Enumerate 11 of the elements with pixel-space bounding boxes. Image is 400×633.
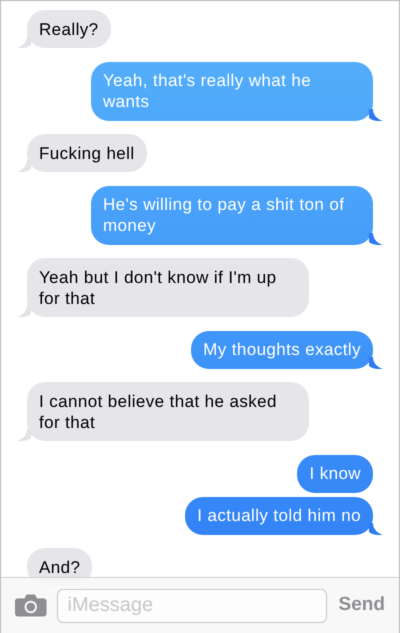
message-bubble: Yeah, that's really what he wants [91,62,373,120]
message-bubble: I actually told him no [185,496,373,534]
message-bubble: Really? [27,10,110,48]
message-bubble: Fucking hell [27,134,147,172]
message-bubble: He's willing to pay a shit ton of money [91,186,373,244]
message-bubble: I know [297,454,373,492]
send-button[interactable]: Send [338,591,385,620]
message-bubble: My thoughts exactly [191,330,373,368]
camera-icon[interactable] [15,594,47,617]
message-bubble: Yeah but I don't know if I'm up for that [27,258,309,317]
message-bubble: I cannot believe that he asked for that [27,382,309,441]
